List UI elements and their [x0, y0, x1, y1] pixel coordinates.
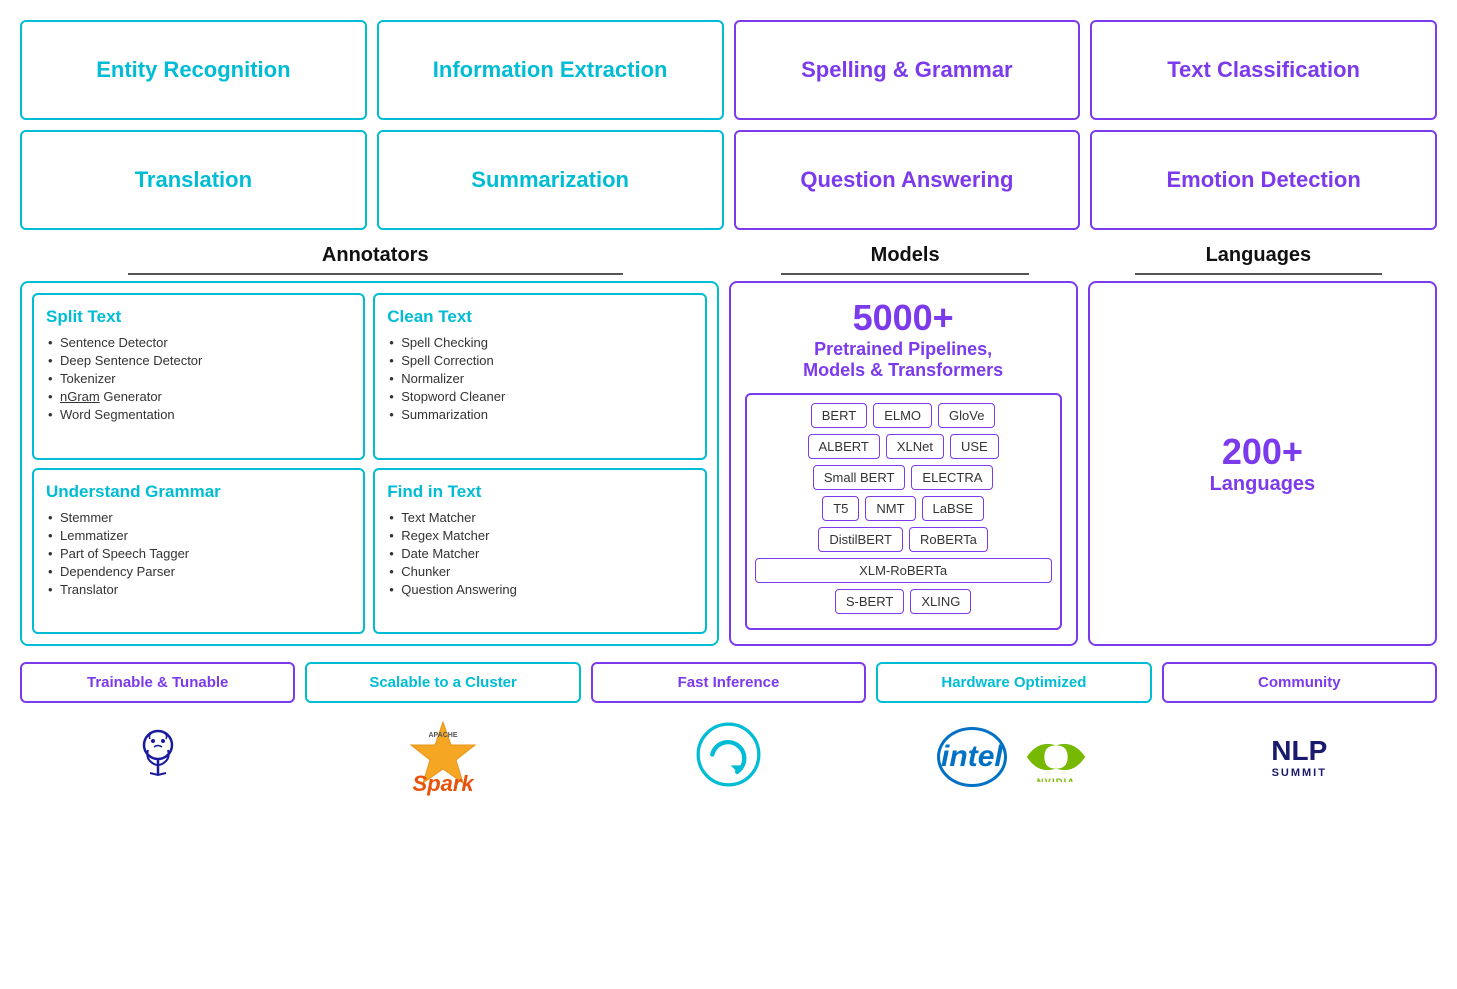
spark-icon: APACHE Spark [398, 717, 488, 797]
models-label: Models [729, 240, 1082, 271]
content-area: Split Text Sentence Detector Deep Senten… [20, 281, 1437, 646]
information-extraction-box[interactable]: Information Extraction [377, 20, 724, 120]
question-answering-box[interactable]: Question Answering [734, 130, 1081, 230]
split-text-list: Sentence Detector Deep Sentence Detector… [46, 335, 351, 422]
list-item: Deep Sentence Detector [46, 353, 351, 368]
list-item: Stopword Cleaner [387, 389, 692, 404]
model-row-3: Small BERT ELECTRA [755, 465, 1052, 490]
clean-text-box: Clean Text Spell Checking Spell Correcti… [373, 293, 706, 460]
list-item: Question Answering [387, 582, 692, 597]
text-classification-box[interactable]: Text Classification [1090, 20, 1437, 120]
model-row-5: DistilBERT RoBERTa [755, 527, 1052, 552]
understand-grammar-box: Understand Grammar Stemmer Lemmatizer Pa… [32, 468, 365, 635]
list-item: Part of Speech Tagger [46, 546, 351, 561]
hardware-optimized-badge: Hardware Optimized [876, 662, 1151, 703]
use-tag: USE [950, 434, 999, 459]
model-row-1: BERT ELMO GloVe [755, 403, 1052, 428]
hardware-logos-cell: intel NVIDIA [876, 717, 1151, 797]
list-item: Tokenizer [46, 371, 351, 386]
languages-section: 200+ Languages [1088, 281, 1437, 646]
clean-text-list: Spell Checking Spell Correction Normaliz… [387, 335, 692, 422]
list-item: Dependency Parser [46, 564, 351, 579]
distilbert-tag: DistilBERT [818, 527, 903, 552]
sbert-tag: S-BERT [835, 589, 904, 614]
languages-count: 200+ [1222, 431, 1303, 473]
t5-tag: T5 [822, 496, 859, 521]
list-item: Summarization [387, 407, 692, 422]
community-badge: Community [1162, 662, 1437, 703]
model-row-7: S-BERT XLING [755, 589, 1052, 614]
nvidia-icon: NVIDIA [1021, 732, 1091, 782]
nlp-summit-icon: NLP SUMMIT [1271, 735, 1327, 779]
list-item: Spell Checking [387, 335, 692, 350]
list-item: Translator [46, 582, 351, 597]
arrow-icon [696, 722, 761, 792]
find-in-text-box: Find in Text Text Matcher Regex Matcher … [373, 468, 706, 635]
albert-tag: ALBERT [808, 434, 880, 459]
xling-tag: XLING [910, 589, 971, 614]
split-text-box: Split Text Sentence Detector Deep Senten… [32, 293, 365, 460]
intel-icon: intel [937, 727, 1007, 787]
spark-logo-cell: APACHE Spark [305, 717, 580, 797]
capabilities-grid: Entity Recognition Information Extractio… [20, 20, 1437, 230]
spelling-grammar-box[interactable]: Spelling & Grammar [734, 20, 1081, 120]
find-in-text-title: Find in Text [387, 482, 692, 502]
elmo-tag: ELMO [873, 403, 932, 428]
model-tags-grid: BERT ELMO GloVe ALBERT XLNet USE Small B… [745, 393, 1062, 630]
small-bert-tag: Small BERT [813, 465, 906, 490]
model-row-2: ALBERT XLNet USE [755, 434, 1052, 459]
list-item: nGramnGram Generator Generator [46, 389, 351, 404]
brain-logo-cell [20, 717, 295, 797]
list-item: Spell Correction [387, 353, 692, 368]
list-item: Lemmatizer [46, 528, 351, 543]
annotators-label: Annotators [22, 240, 729, 271]
nlp-summit-logo-cell: NLP SUMMIT [1162, 717, 1437, 797]
main-container: Entity Recognition Information Extractio… [20, 20, 1437, 797]
emotion-detection-box[interactable]: Emotion Detection [1090, 130, 1437, 230]
entity-recognition-box[interactable]: Entity Recognition [20, 20, 367, 120]
xlm-roberta-tag: XLM-RoBERTa [755, 558, 1052, 583]
glove-tag: GloVe [938, 403, 995, 428]
list-item: Normalizer [387, 371, 692, 386]
list-item: Chunker [387, 564, 692, 579]
list-item: Text Matcher [387, 510, 692, 525]
model-row-6: XLM-RoBERTa [755, 558, 1052, 583]
understand-grammar-title: Understand Grammar [46, 482, 351, 502]
find-in-text-list: Text Matcher Regex Matcher Date Matcher … [387, 510, 692, 597]
models-count: 5000+ [853, 297, 954, 339]
list-item: Regex Matcher [387, 528, 692, 543]
list-item: Date Matcher [387, 546, 692, 561]
models-section: 5000+ Pretrained Pipelines,Models & Tran… [729, 281, 1078, 646]
section-labels-row: Annotators Models Languages [20, 240, 1437, 271]
understand-grammar-list: Stemmer Lemmatizer Part of Speech Tagger… [46, 510, 351, 597]
list-item: Sentence Detector [46, 335, 351, 350]
model-row-4: T5 NMT LaBSE [755, 496, 1052, 521]
svg-text:NVIDIA: NVIDIA [1037, 777, 1076, 782]
clean-text-title: Clean Text [387, 307, 692, 327]
models-subtitle: Pretrained Pipelines,Models & Transforme… [803, 339, 1003, 381]
languages-label: Languages [1210, 473, 1316, 496]
list-item: Stemmer [46, 510, 351, 525]
translation-box[interactable]: Translation [20, 130, 367, 230]
bottom-badges: Trainable & Tunable Scalable to a Cluste… [20, 662, 1437, 703]
list-item: Word Segmentation [46, 407, 351, 422]
fast-inference-badge: Fast Inference [591, 662, 866, 703]
languages-label: Languages [1082, 240, 1435, 271]
trainable-badge: Trainable & Tunable [20, 662, 295, 703]
annotators-section: Split Text Sentence Detector Deep Senten… [20, 281, 719, 646]
nmt-tag: NMT [865, 496, 915, 521]
svg-text:APACHE: APACHE [429, 732, 458, 739]
brain-icon [128, 725, 188, 790]
roberta-tag: RoBERTa [909, 527, 988, 552]
electra-tag: ELECTRA [911, 465, 993, 490]
scalable-badge: Scalable to a Cluster [305, 662, 580, 703]
bert-tag: BERT [811, 403, 867, 428]
split-text-title: Split Text [46, 307, 351, 327]
bottom-logos: APACHE Spark intel [20, 717, 1437, 797]
xlnet-tag: XLNet [886, 434, 944, 459]
labse-tag: LaBSE [922, 496, 984, 521]
summarization-box[interactable]: Summarization [377, 130, 724, 230]
fast-inference-logo-cell [591, 717, 866, 797]
